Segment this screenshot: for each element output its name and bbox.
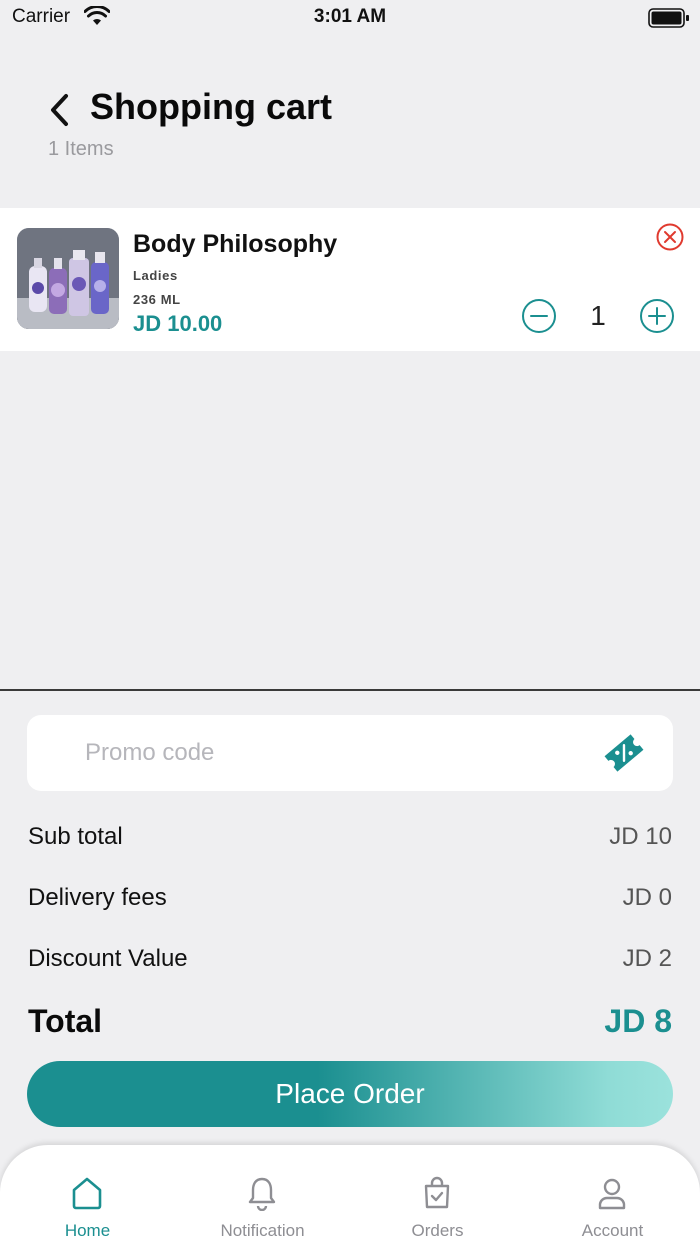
- subtotal-value: JD 10: [609, 823, 672, 850]
- product-image: [17, 228, 119, 329]
- coupon-icon[interactable]: [599, 729, 649, 777]
- subtotal-label: Sub total: [28, 823, 123, 850]
- product-price: JD 10.00: [133, 311, 223, 336]
- discount-value: JD 2: [622, 945, 672, 972]
- total-row: Total JD 8: [28, 1003, 672, 1040]
- page-title: Shopping cart: [90, 86, 332, 127]
- product-size: 236 ML: [133, 292, 181, 307]
- bell-icon: [248, 1177, 276, 1211]
- decrease-quantity-icon[interactable]: [521, 298, 557, 334]
- tab-home-label: Home: [64, 1221, 111, 1240]
- cart-item: Body Philosophy Ladies 236 ML JD 10.00 1: [0, 208, 700, 351]
- product-name: Body Philosophy: [133, 230, 338, 258]
- total-value: JD 8: [604, 1003, 672, 1039]
- tab-account[interactable]: Account: [525, 1145, 700, 1244]
- delivery-fees-label: Delivery fees: [28, 884, 167, 911]
- product-bottles-illustration: [17, 228, 119, 329]
- tab-orders-label: Orders: [411, 1221, 464, 1240]
- shopping-bag-icon: [424, 1176, 450, 1209]
- product-category: Ladies: [133, 268, 178, 283]
- bottom-tab-bar: Home Notification Orders Account: [0, 1145, 700, 1244]
- promo-code-input[interactable]: [85, 715, 585, 791]
- delivery-fees-value: JD 0: [622, 884, 672, 911]
- section-divider: [0, 689, 700, 691]
- clock: 3:01 AM: [313, 6, 387, 27]
- back-chevron-icon[interactable]: [46, 90, 74, 130]
- total-label: Total: [28, 1003, 103, 1039]
- tab-notification[interactable]: Notification: [175, 1145, 350, 1244]
- increase-quantity-icon[interactable]: [639, 298, 675, 334]
- promo-code-field: [27, 715, 673, 791]
- place-order-button[interactable]: Place Order: [27, 1061, 673, 1127]
- user-icon: [598, 1178, 626, 1210]
- items-count: 1 Items: [48, 138, 114, 160]
- status-bar: Carrier 3:01 AM: [0, 0, 700, 36]
- discount-row: Discount Value JD 2: [28, 945, 672, 973]
- tab-notification-label: Notification: [220, 1221, 305, 1240]
- delivery-fees-row: Delivery fees JD 0: [28, 884, 672, 912]
- tab-account-label: Account: [581, 1221, 644, 1240]
- tab-home[interactable]: Home: [0, 1145, 175, 1244]
- battery-icon: [648, 8, 689, 28]
- discount-label: Discount Value: [28, 945, 188, 972]
- tab-orders[interactable]: Orders: [350, 1145, 525, 1244]
- home-icon: [72, 1177, 102, 1210]
- quantity-value: 1: [590, 300, 606, 331]
- subtotal-row: Sub total JD 10: [28, 823, 672, 851]
- remove-item-icon[interactable]: [655, 222, 685, 252]
